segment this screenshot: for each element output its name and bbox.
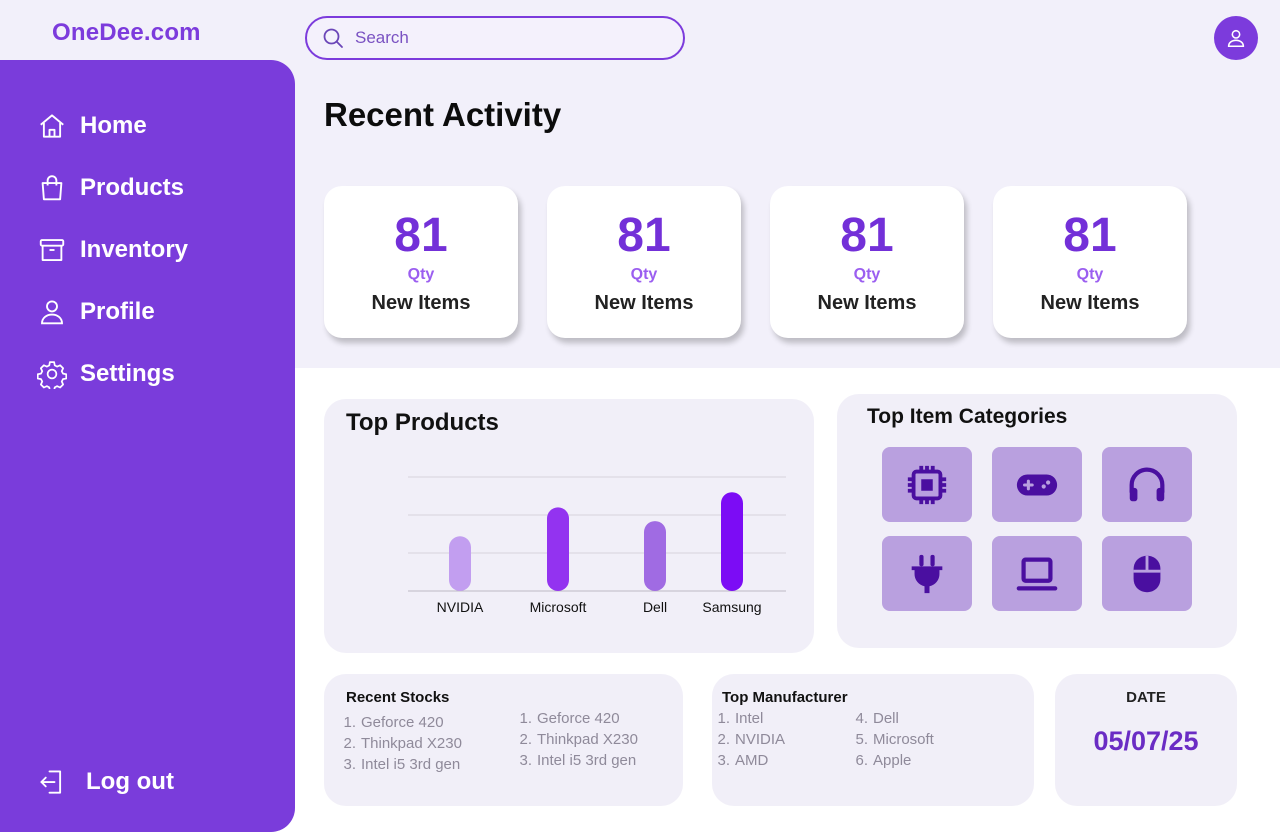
- stat-card[interactable]: 81 Qty New Items: [547, 186, 741, 338]
- sidebar-item-inventory[interactable]: Inventory: [36, 232, 188, 268]
- stat-value: 81: [1063, 209, 1117, 262]
- sidebar-item-home[interactable]: Home: [36, 108, 147, 144]
- sidebar-item-profile[interactable]: Profile: [36, 294, 155, 330]
- search-icon: [323, 28, 343, 48]
- list-item: 1. Geforce 420: [343, 714, 444, 731]
- date-value: 05/07/25: [1093, 726, 1199, 756]
- sidebar-item-label: Products: [80, 174, 185, 201]
- sidebar: Home Products Inventory Profile Settings…: [0, 60, 295, 832]
- sidebar-item-label: Profile: [80, 298, 155, 325]
- stat-value: 81: [394, 209, 448, 262]
- logout-icon: [36, 766, 68, 798]
- power-plug-icon: [911, 554, 943, 593]
- sidebar-item-label: Home: [80, 112, 147, 139]
- stat-value: 81: [617, 209, 671, 262]
- list-item: 3. Intel i5 3rd gen: [343, 756, 461, 773]
- stat-card[interactable]: 81 Qty New Items: [993, 186, 1187, 338]
- list-item: 1. Geforce 420: [519, 710, 620, 727]
- category-tile-power[interactable]: [882, 536, 972, 611]
- date-label: DATE: [1126, 689, 1166, 706]
- chart-category-label: Microsoft: [530, 599, 587, 615]
- home-icon: [36, 110, 68, 142]
- stat-label: New Items: [1040, 292, 1140, 314]
- user-icon: [1227, 29, 1245, 48]
- search-bar[interactable]: [305, 16, 685, 60]
- chart-bar[interactable]: [547, 507, 569, 591]
- manufacturer-list: 4. Dell 5. Microsoft 6. Apple: [852, 708, 934, 771]
- sidebar-item-label: Inventory: [80, 236, 189, 263]
- list-item: 2. Thinkpad X230: [343, 735, 462, 752]
- stat-unit: Qty: [853, 266, 881, 283]
- list-item: 1. Intel: [717, 710, 764, 727]
- stat-value: 81: [840, 209, 894, 262]
- stat-label: New Items: [371, 292, 471, 314]
- stat-unit: Qty: [630, 266, 658, 283]
- cpu-chip-icon: [907, 465, 947, 504]
- archive-box-icon: [36, 234, 68, 266]
- stat-card[interactable]: 81 Qty New Items: [324, 186, 518, 338]
- list-item: 5. Microsoft: [855, 731, 934, 748]
- category-tile-cpu[interactable]: [882, 447, 972, 522]
- sidebar-item-products[interactable]: Products: [36, 170, 184, 206]
- list-item: 3. AMD: [717, 752, 769, 769]
- chart-bar[interactable]: [721, 492, 743, 591]
- shopping-bag-icon: [36, 172, 68, 204]
- chart-category-label: Dell: [643, 599, 667, 615]
- recent-stocks-title: Recent Stocks: [346, 689, 450, 706]
- list-item: 4. Dell: [855, 710, 899, 727]
- stat-label: New Items: [817, 292, 917, 314]
- user-avatar-button[interactable]: [1214, 16, 1258, 60]
- chart-bar[interactable]: [644, 521, 666, 591]
- chart-bar[interactable]: [449, 536, 471, 591]
- top-categories-panel: Top Item Categories: [837, 394, 1237, 648]
- logout-label: Log out: [86, 768, 174, 795]
- category-tile-audio[interactable]: [1102, 447, 1192, 522]
- stat-card[interactable]: 81 Qty New Items: [770, 186, 964, 338]
- user-icon: [36, 296, 68, 328]
- date-panel: DATE 05/07/25: [1055, 674, 1237, 806]
- sidebar-item-label: Settings: [80, 360, 175, 387]
- list-item: 3. Intel i5 3rd gen: [519, 752, 637, 769]
- headphones-icon: [1129, 467, 1165, 501]
- category-tile-laptops[interactable]: [992, 536, 1082, 611]
- stat-unit: Qty: [1076, 266, 1104, 283]
- search-input[interactable]: [355, 28, 655, 48]
- top-manufacturer-panel: Top Manufacturer 1. Intel 2. NVIDIA 3. AMD …: [712, 674, 1034, 806]
- list-item: 2. Thinkpad X230: [519, 731, 638, 748]
- top-products-chart: NVIDIA Microsoft Dell Samsung: [408, 476, 786, 615]
- recent-stocks-panel: Recent Stocks 1. Geforce 420 2. Thinkpad X…: [324, 674, 683, 806]
- sidebar-item-settings[interactable]: Settings: [36, 356, 175, 392]
- logout-button[interactable]: Log out: [36, 764, 174, 800]
- laptop-icon: [1016, 557, 1058, 590]
- chart-category-label: NVIDIA: [437, 599, 484, 615]
- category-tile-accessories[interactable]: [1102, 536, 1192, 611]
- mouse-icon: [1133, 555, 1161, 592]
- top-categories-title: Top Item Categories: [867, 405, 1068, 428]
- list-item: 2. NVIDIA: [717, 731, 786, 748]
- chart-category-label: Samsung: [702, 599, 761, 615]
- recent-stocks-list: 1. Geforce 420 2. Thinkpad X230 3. Intel i5…: [516, 708, 638, 771]
- stat-unit: Qty: [407, 266, 435, 283]
- brand-logo[interactable]: OneDee.com: [52, 19, 201, 47]
- gear-icon: [36, 358, 68, 390]
- manufacturer-list: 1. Intel 2. NVIDIA 3. AMD: [714, 708, 785, 771]
- gamepad-icon: [1016, 473, 1058, 496]
- page-title: Recent Activity: [324, 96, 562, 133]
- top-products-panel: Top Products NVIDIA Microsoft Dell Samsung: [324, 399, 814, 653]
- top-manufacturer-title: Top Manufacturer: [722, 689, 848, 706]
- recent-stocks-list: 1. Geforce 420 2. Thinkpad X230 3. Intel i5…: [340, 712, 462, 775]
- category-tile-gaming[interactable]: [992, 447, 1082, 522]
- list-item: 6. Apple: [855, 752, 912, 769]
- stat-label: New Items: [594, 292, 694, 314]
